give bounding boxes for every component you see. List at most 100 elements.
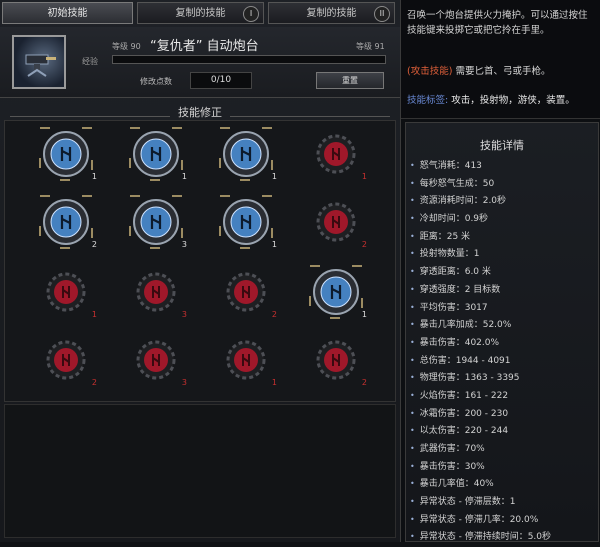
slot-level-count: 2 bbox=[91, 378, 97, 387]
locked-rune-icon bbox=[46, 340, 86, 380]
stat-row: 冰霜伤害：200 - 230 bbox=[410, 405, 596, 423]
modifier-slot-11[interactable]: 2 bbox=[217, 263, 277, 321]
slot-level-count: 1 bbox=[271, 378, 277, 387]
stat-row: 资源消耗时间：2.0秒 bbox=[410, 192, 596, 210]
active-rune-icon bbox=[219, 127, 273, 181]
slot-level-count: 1 bbox=[271, 240, 277, 249]
modifier-slot-9[interactable]: 1 bbox=[37, 263, 97, 321]
modifier-slot-3[interactable]: 1 bbox=[217, 125, 277, 183]
stat-row: 穿透强度：2 目标数 bbox=[410, 281, 596, 299]
tab-copied-skill-2[interactable]: 复制的技能 II bbox=[268, 2, 395, 24]
locked-rune-icon bbox=[136, 272, 176, 312]
stat-row: 异常状态 - 停滞几率：20.0% bbox=[410, 511, 596, 529]
stat-row: 每秒怒气生成：50 bbox=[410, 175, 596, 193]
modifier-slot-12[interactable]: 1 bbox=[307, 263, 367, 321]
modifier-slot-4[interactable]: 1 bbox=[307, 125, 367, 183]
roman-numeral-badge: I bbox=[243, 6, 259, 22]
modifier-slot-7[interactable]: 1 bbox=[217, 193, 277, 251]
modifier-slot-13[interactable]: 2 bbox=[37, 331, 97, 389]
stat-row: 穿透距离：6.0 米 bbox=[410, 263, 596, 281]
stat-row: 异常状态 - 停滞层数：1 bbox=[410, 493, 596, 511]
slot-level-count: 3 bbox=[181, 378, 187, 387]
skill-title: “复仇者” 自动炮台 bbox=[150, 39, 259, 54]
skill-tags-line: 技能标签: 攻击，投射物，游侠，装置。 bbox=[407, 93, 597, 108]
slot-level-count: 3 bbox=[181, 240, 187, 249]
modifier-slot-14[interactable]: 3 bbox=[127, 331, 187, 389]
points-value: 0/10 bbox=[190, 72, 252, 89]
xp-bar bbox=[112, 55, 386, 64]
active-rune-icon bbox=[309, 265, 363, 319]
next-level: 等级 91 bbox=[356, 42, 385, 51]
slot-level-count: 1 bbox=[181, 172, 187, 181]
active-rune-icon bbox=[39, 127, 93, 181]
slot-level-count: 1 bbox=[361, 172, 367, 181]
requirement-text: 需要匕首、弓或手枪。 bbox=[452, 66, 551, 77]
turret-icon bbox=[25, 54, 56, 77]
modifier-slot-1[interactable]: 1 bbox=[37, 125, 97, 183]
modifier-slot-6[interactable]: 3 bbox=[127, 193, 187, 251]
slot-level-count: 1 bbox=[91, 172, 97, 181]
slot-level-count: 2 bbox=[361, 240, 367, 249]
requirement-line: (攻击技能) 需要匕首、弓或手枪。 bbox=[407, 64, 595, 79]
roman-numeral-badge: II bbox=[374, 6, 390, 22]
modifier-empty-area bbox=[4, 404, 396, 538]
active-rune-icon bbox=[39, 195, 93, 249]
stat-row: 暴击几率加成：52.0% bbox=[410, 316, 596, 334]
slot-level-count: 3 bbox=[181, 310, 187, 319]
tab-copied-skill-1[interactable]: 复制的技能 I bbox=[137, 2, 264, 24]
slot-level-count: 1 bbox=[271, 172, 277, 181]
current-level: 等级 90 bbox=[112, 42, 141, 51]
points-label: 修改点数 bbox=[140, 77, 172, 86]
stat-row: 平均伤害：3017 bbox=[410, 299, 596, 317]
active-rune-icon bbox=[219, 195, 273, 249]
locked-rune-icon bbox=[226, 340, 266, 380]
skill-description-box: 召唤一个炮台提供火力掩护。可以通过按住技能键来投掷它或把它拎在手里。 (攻击技能… bbox=[401, 0, 600, 119]
skill-details: 技能详情 怒气消耗：413每秒怒气生成：50资源消耗时间：2.0秒冷却时间：0.… bbox=[405, 122, 599, 542]
modifier-slot-10[interactable]: 3 bbox=[127, 263, 187, 321]
stat-list: 怒气消耗：413每秒怒气生成：50资源消耗时间：2.0秒冷却时间：0.9秒距离：… bbox=[410, 157, 596, 546]
locked-rune-icon bbox=[46, 272, 86, 312]
attack-skill-tag: (攻击技能) bbox=[407, 66, 453, 77]
tab-label: 复制的技能 bbox=[306, 8, 357, 19]
modifiers-title: 技能修正 bbox=[178, 106, 222, 119]
stat-row: 异常状态 - 停滞持续时间：5.0秒 bbox=[410, 528, 596, 546]
skill-tags-label: 技能标签: bbox=[407, 95, 449, 106]
stat-row: 暴击伤害：30% bbox=[410, 458, 596, 476]
locked-rune-icon bbox=[136, 340, 176, 380]
modifier-grid: 1 1 1 1 2 3 1 2 1 3 2 1 2 3 1 2 bbox=[4, 120, 396, 402]
reset-button[interactable]: 重置 bbox=[316, 72, 384, 89]
tab-initial-skill[interactable]: 初始技能 bbox=[2, 2, 133, 24]
stat-row: 暴击伤害：402.0% bbox=[410, 334, 596, 352]
modifier-slot-5[interactable]: 2 bbox=[37, 193, 97, 251]
modifier-slot-16[interactable]: 2 bbox=[307, 331, 367, 389]
stat-row: 投射物数量：1 bbox=[410, 245, 596, 263]
turret-skill-icon[interactable] bbox=[12, 35, 66, 89]
locked-rune-icon bbox=[226, 272, 266, 312]
stat-row: 暴击几率值：40% bbox=[410, 475, 596, 493]
tab-label: 复制的技能 bbox=[175, 8, 226, 19]
modifier-slot-2[interactable]: 1 bbox=[127, 125, 187, 183]
stat-row: 以太伤害：220 - 244 bbox=[410, 422, 596, 440]
slot-level-count: 2 bbox=[271, 310, 277, 319]
info-panel: 召唤一个炮台提供火力掩护。可以通过按住技能键来投掷它或把它拎在手里。 (攻击技能… bbox=[401, 0, 600, 542]
skill-tags: 攻击，投射物，游侠，装置。 bbox=[448, 95, 575, 106]
locked-rune-icon bbox=[316, 202, 356, 242]
slot-level-count: 1 bbox=[361, 310, 367, 319]
skill-panel: 初始技能 复制的技能 I 复制的技能 II “复仇者” 自动炮台 等级 90 等… bbox=[0, 0, 401, 542]
stat-row: 冷却时间：0.9秒 bbox=[410, 210, 596, 228]
active-rune-icon bbox=[129, 195, 183, 249]
active-rune-icon bbox=[129, 127, 183, 181]
slot-level-count: 2 bbox=[361, 378, 367, 387]
modifier-slot-8[interactable]: 2 bbox=[307, 193, 367, 251]
skill-description: 召唤一个炮台提供火力掩护。可以通过按住技能键来投掷它或把它拎在手里。 bbox=[407, 10, 588, 36]
slot-level-count: 2 bbox=[91, 240, 97, 249]
modifier-slot-15[interactable]: 1 bbox=[217, 331, 277, 389]
locked-rune-icon bbox=[316, 134, 356, 174]
stat-row: 怒气消耗：413 bbox=[410, 157, 596, 175]
stat-row: 武器伤害：70% bbox=[410, 440, 596, 458]
xp-label: 经验 bbox=[82, 57, 98, 66]
tab-label: 初始技能 bbox=[47, 8, 88, 19]
skill-tabs: 初始技能 复制的技能 I 复制的技能 II bbox=[0, 0, 400, 26]
divider bbox=[230, 116, 390, 117]
skill-header: “复仇者” 自动炮台 等级 90 等级 91 经验 修改点数 0/10 重置 bbox=[0, 27, 400, 98]
